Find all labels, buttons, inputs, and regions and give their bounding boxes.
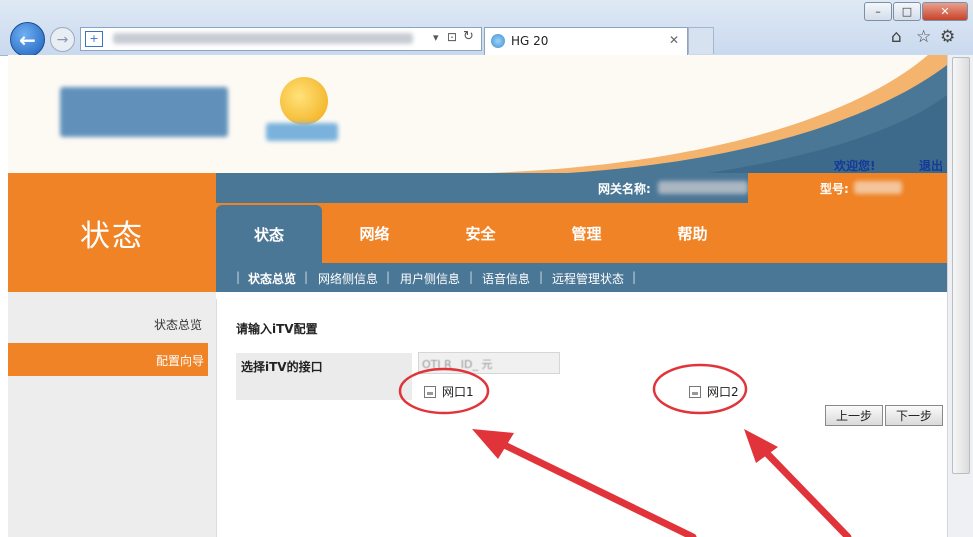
forward-icon[interactable]: → [50, 27, 75, 52]
router-admin-page: 欢迎您! 退出 状态 网关名称: 型号: 状态 网络 安全 管理 帮助 | 状态… [8, 55, 947, 537]
browser-tab[interactable]: HG 20 ✕ [484, 27, 688, 56]
header-banner: 欢迎您! 退出 [8, 55, 947, 173]
maximize-icon[interactable]: □ [893, 2, 921, 21]
subtab-voice-info[interactable]: 语音信息 [482, 270, 530, 287]
content-panel: 请输入iTV配置 选择iTV的接口 OTI R_ ID_ 元 网口1 网口2 上… [216, 299, 947, 537]
address-url-blurred [113, 33, 413, 44]
dropdown-icon[interactable]: ▾ [433, 31, 439, 44]
port1-option[interactable]: 网口1 [424, 383, 474, 400]
tab-security[interactable]: 安全 [428, 203, 533, 263]
next-button[interactable]: 下一步 [885, 405, 943, 426]
tab-network[interactable]: 网络 [322, 203, 427, 263]
model-value [854, 181, 902, 194]
minimize-icon[interactable]: – [864, 2, 892, 21]
refresh-icon[interactable]: ↻ [463, 29, 474, 44]
port2-checkbox-icon[interactable] [689, 385, 701, 398]
prev-button[interactable]: 上一步 [825, 405, 883, 426]
gateway-name-value [658, 181, 748, 194]
select-itv-interface-label: 选择iTV的接口 [241, 360, 323, 374]
scrollbar-thumb[interactable] [952, 57, 970, 474]
interface-select-value: OTI R_ ID_ 元 [422, 358, 493, 371]
back-icon[interactable]: ← [10, 22, 45, 57]
gear-icon[interactable]: ⚙ [940, 27, 955, 47]
browser-chrome: – □ ✕ ← → + ▾ ⊡ ↻ HG 20 ✕ ⌂ ☆ ⚙ [0, 0, 973, 57]
tab-status[interactable]: 状态 [216, 205, 322, 263]
tab-close-icon[interactable]: ✕ [669, 33, 679, 47]
subtab-remote-mgmt[interactable]: 远程管理状态 [552, 270, 624, 287]
tab-management[interactable]: 管理 [534, 203, 639, 263]
info-bar: 网关名称: 型号: [216, 173, 947, 203]
model-label: 型号: [820, 182, 849, 196]
port2-label: 网口2 [707, 385, 739, 399]
subtab-network-info[interactable]: 网络侧信息 [318, 270, 378, 287]
brand-logo-text [266, 123, 338, 141]
sidebar-item-label: 配置向导 [155, 354, 204, 368]
company-logo [60, 87, 228, 137]
port1-label: 网口1 [442, 385, 474, 399]
gateway-name-label: 网关名称: [598, 182, 651, 196]
new-tab-button[interactable] [688, 27, 714, 54]
subtab-user-info[interactable]: 用户侧信息 [400, 270, 460, 287]
address-bar[interactable]: + ▾ ⊡ ↻ [80, 27, 482, 51]
config-heading: 请输入iTV配置 [236, 322, 318, 336]
home-icon[interactable]: ⌂ [891, 27, 902, 47]
close-icon[interactable]: ✕ [922, 2, 968, 21]
sidebar: 状态总览 配置向导 [8, 292, 216, 537]
security-icon: + [85, 31, 103, 47]
welcome-text: 欢迎您! [834, 159, 876, 173]
compat-icon[interactable]: ⊡ [447, 30, 457, 44]
tab-help[interactable]: 帮助 [640, 203, 745, 263]
vertical-scrollbar[interactable] [947, 55, 973, 537]
select-label-cell: 选择iTV的接口 [236, 353, 412, 400]
favorites-star-icon[interactable]: ☆ [916, 27, 931, 47]
tab-title: HG 20 [511, 34, 549, 48]
port2-option[interactable]: 网口2 [689, 383, 739, 400]
logout-link[interactable]: 退出 [919, 157, 943, 173]
sidebar-item-status-overview[interactable]: 状态总览 [154, 316, 202, 333]
section-title: 状态 [8, 173, 216, 292]
ie-page-icon [491, 34, 505, 48]
sub-nav: | 状态总览 | 网络侧信息 | 用户侧信息 | 语音信息 | 远程管理状态 | [216, 263, 947, 292]
port1-checkbox-icon[interactable] [424, 385, 436, 398]
sidebar-item-config-wizard[interactable]: 配置向导 [8, 343, 208, 376]
interface-select-partial[interactable]: OTI R_ ID_ 元 [418, 352, 560, 374]
brand-sun-logo [280, 77, 328, 125]
subtab-status-overview[interactable]: 状态总览 [248, 270, 296, 287]
